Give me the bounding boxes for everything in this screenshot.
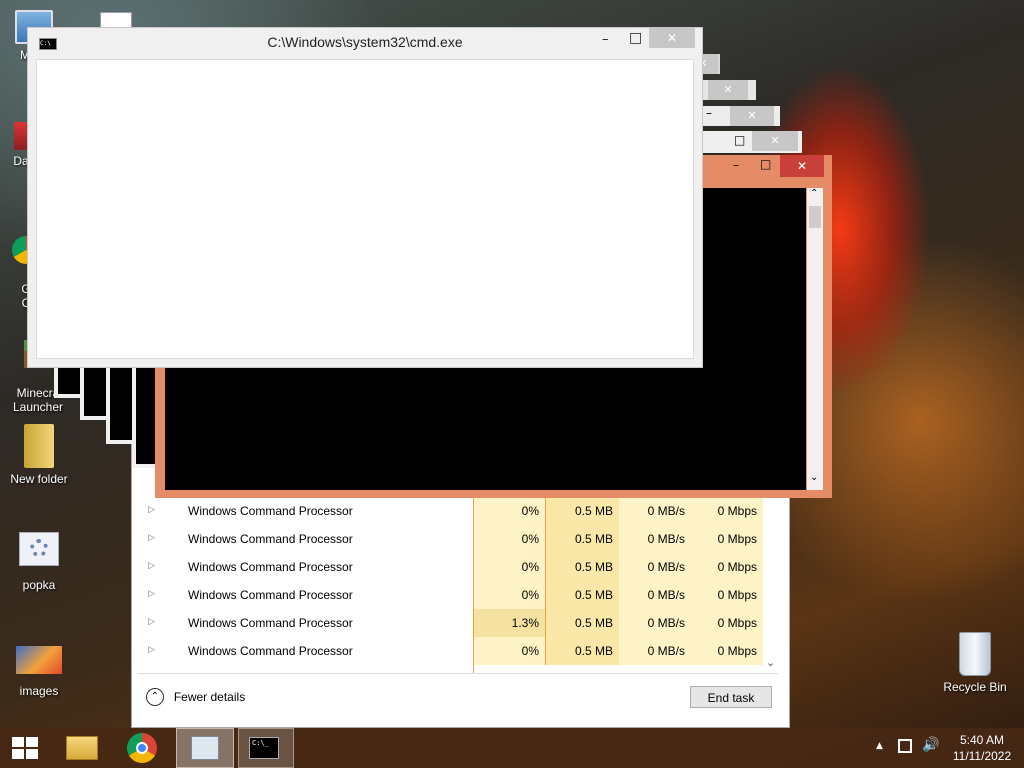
disk-value: 0 MB/s xyxy=(619,609,691,637)
cpu-value: 0% xyxy=(473,497,545,525)
memory-value: 0.5 MB xyxy=(545,609,619,637)
process-name: Windows Command Processor xyxy=(188,644,353,658)
maximize-button[interactable]: □ xyxy=(629,30,642,46)
minimize-button[interactable]: – xyxy=(602,32,609,47)
memory-value: 0.5 MB xyxy=(545,553,619,581)
maximize-button[interactable]: □ xyxy=(760,157,771,171)
scroll-down-arrow-icon[interactable]: ⌄ xyxy=(810,472,818,483)
table-row[interactable]: ▷ Windows Command Processor 1.3% 0.5 MB … xyxy=(138,609,770,637)
chevron-up-circle-icon: ⌃ xyxy=(146,688,164,706)
table-row[interactable]: ▷ Windows Command Processor 0% 0.5 MB 0 … xyxy=(138,525,770,553)
task-manager-icon xyxy=(191,736,219,760)
cmd-icon: C:\_ xyxy=(249,737,279,759)
cpu-value: 0% xyxy=(473,525,545,553)
close-button[interactable]: ✕ xyxy=(780,155,824,177)
network-icon[interactable] xyxy=(898,739,912,753)
disk-value: 0 MB/s xyxy=(619,637,691,665)
minimize-button[interactable]: – xyxy=(733,158,739,172)
minimize-icon[interactable]: – xyxy=(706,106,712,120)
expand-arrow-icon[interactable]: ▷ xyxy=(148,532,155,543)
chrome-icon xyxy=(127,733,157,763)
table-row[interactable]: ▷ Windows Command Processor 0% 0.5 MB 0 … xyxy=(138,637,770,665)
close-icon[interactable]: ✕ xyxy=(730,106,774,126)
taskbar-chrome[interactable] xyxy=(118,730,166,766)
network-value: 0 Mbps xyxy=(691,525,763,553)
memory-value: 0.5 MB xyxy=(545,581,619,609)
image-icon xyxy=(16,646,62,674)
desktop-icon-label: New folder xyxy=(10,472,68,486)
memory-value: 0.5 MB xyxy=(545,637,619,665)
process-name: Windows Command Processor xyxy=(188,616,353,630)
desktop-icon-label: popka xyxy=(22,578,56,592)
end-task-button[interactable]: End task xyxy=(690,686,772,708)
start-button[interactable] xyxy=(0,728,48,768)
folder-icon xyxy=(24,424,54,468)
clock-date: 11/11/2022 xyxy=(952,749,1012,763)
cpu-value: 0% xyxy=(473,637,545,665)
cpu-value: 1.3% xyxy=(473,609,545,637)
taskbar-file-explorer[interactable] xyxy=(58,730,106,766)
file-explorer-icon xyxy=(66,736,98,760)
settings-file-icon xyxy=(19,532,59,566)
taskbar: C:\_ ▲ 🔊 5:40 AM 11/11/2022 xyxy=(0,728,1024,768)
fewer-details-button[interactable]: ⌃ Fewer details xyxy=(146,688,245,708)
expand-arrow-icon[interactable]: ▷ xyxy=(148,504,155,515)
scroll-up-arrow-icon[interactable]: ⌃ xyxy=(810,188,818,199)
memory-value: 0.5 MB xyxy=(545,525,619,553)
expand-arrow-icon[interactable]: ▷ xyxy=(148,616,155,627)
scroll-thumb[interactable] xyxy=(809,206,821,228)
fewer-details-label: Fewer details xyxy=(173,690,246,704)
cmd-window-front: C:\ C:\Windows\system32\cmd.exe – □ ✕ xyxy=(27,27,703,368)
maximize-icon[interactable]: □ xyxy=(734,133,745,147)
desktop-icon-label: images xyxy=(19,684,59,698)
network-value: 0 Mbps xyxy=(691,609,763,637)
stacked-window-edge: ✕ xyxy=(700,80,756,100)
disk-value: 0 MB/s xyxy=(619,525,691,553)
network-value: 0 Mbps xyxy=(691,581,763,609)
cpu-value: 0% xyxy=(473,581,545,609)
scrollbar[interactable]: ⌃ ⌄ xyxy=(807,188,823,490)
desktop-icon-popka[interactable]: popka xyxy=(0,532,79,592)
show-hidden-icons-icon[interactable]: ▲ xyxy=(876,741,883,751)
stacked-window-edge: □ ✕ xyxy=(702,131,802,153)
desktop-icon-new-folder[interactable]: New folder xyxy=(0,424,79,486)
table-row[interactable]: ▷ Windows Command Processor 0% 0.5 MB 0 … xyxy=(138,553,770,581)
network-value: 0 Mbps xyxy=(691,497,763,525)
cpu-value: 0% xyxy=(473,553,545,581)
scroll-down-arrow-icon[interactable]: ⌄ xyxy=(766,656,775,669)
close-button[interactable]: ✕ xyxy=(649,28,695,48)
network-value: 0 Mbps xyxy=(691,553,763,581)
start-icon xyxy=(12,737,38,759)
recycle-bin-icon xyxy=(959,632,991,676)
clock-time: 5:40 AM xyxy=(959,733,1005,747)
close-icon[interactable]: ✕ xyxy=(708,80,748,100)
memory-value: 0.5 MB xyxy=(545,497,619,525)
disk-value: 0 MB/s xyxy=(619,581,691,609)
window-title: C:\Windows\system32\cmd.exe xyxy=(267,34,463,50)
desktop-icon-label: Recycle Bin xyxy=(943,680,1007,694)
process-name: Windows Command Processor xyxy=(188,560,353,574)
cpu-column-border xyxy=(473,665,474,673)
volume-icon[interactable]: 🔊 xyxy=(922,737,939,753)
disk-value: 0 MB/s xyxy=(619,497,691,525)
table-row[interactable]: ▷ Windows Command Processor 0% 0.5 MB 0 … xyxy=(138,497,770,525)
process-name: Windows Command Processor xyxy=(188,588,353,602)
desktop-icon-recycle-bin[interactable]: Recycle Bin xyxy=(935,632,1015,694)
desktop-icon-images[interactable]: images xyxy=(0,646,79,698)
console-area[interactable] xyxy=(36,59,694,359)
expand-arrow-icon[interactable]: ▷ xyxy=(148,644,155,655)
process-name: Windows Command Processor xyxy=(188,532,353,546)
clock[interactable]: 5:40 AM 11/11/2022 xyxy=(944,732,1020,764)
process-name: Windows Command Processor xyxy=(188,504,353,518)
taskbar-task-manager[interactable] xyxy=(176,728,234,768)
expand-arrow-icon[interactable]: ▷ xyxy=(148,560,155,571)
stacked-window-edge: – ✕ xyxy=(702,106,780,126)
expand-arrow-icon[interactable]: ▷ xyxy=(148,588,155,599)
table-row[interactable]: ▷ Windows Command Processor 0% 0.5 MB 0 … xyxy=(138,581,770,609)
close-icon[interactable]: ✕ xyxy=(752,131,798,151)
taskbar-cmd[interactable]: C:\_ xyxy=(238,728,294,768)
network-value: 0 Mbps xyxy=(691,637,763,665)
disk-value: 0 MB/s xyxy=(619,553,691,581)
